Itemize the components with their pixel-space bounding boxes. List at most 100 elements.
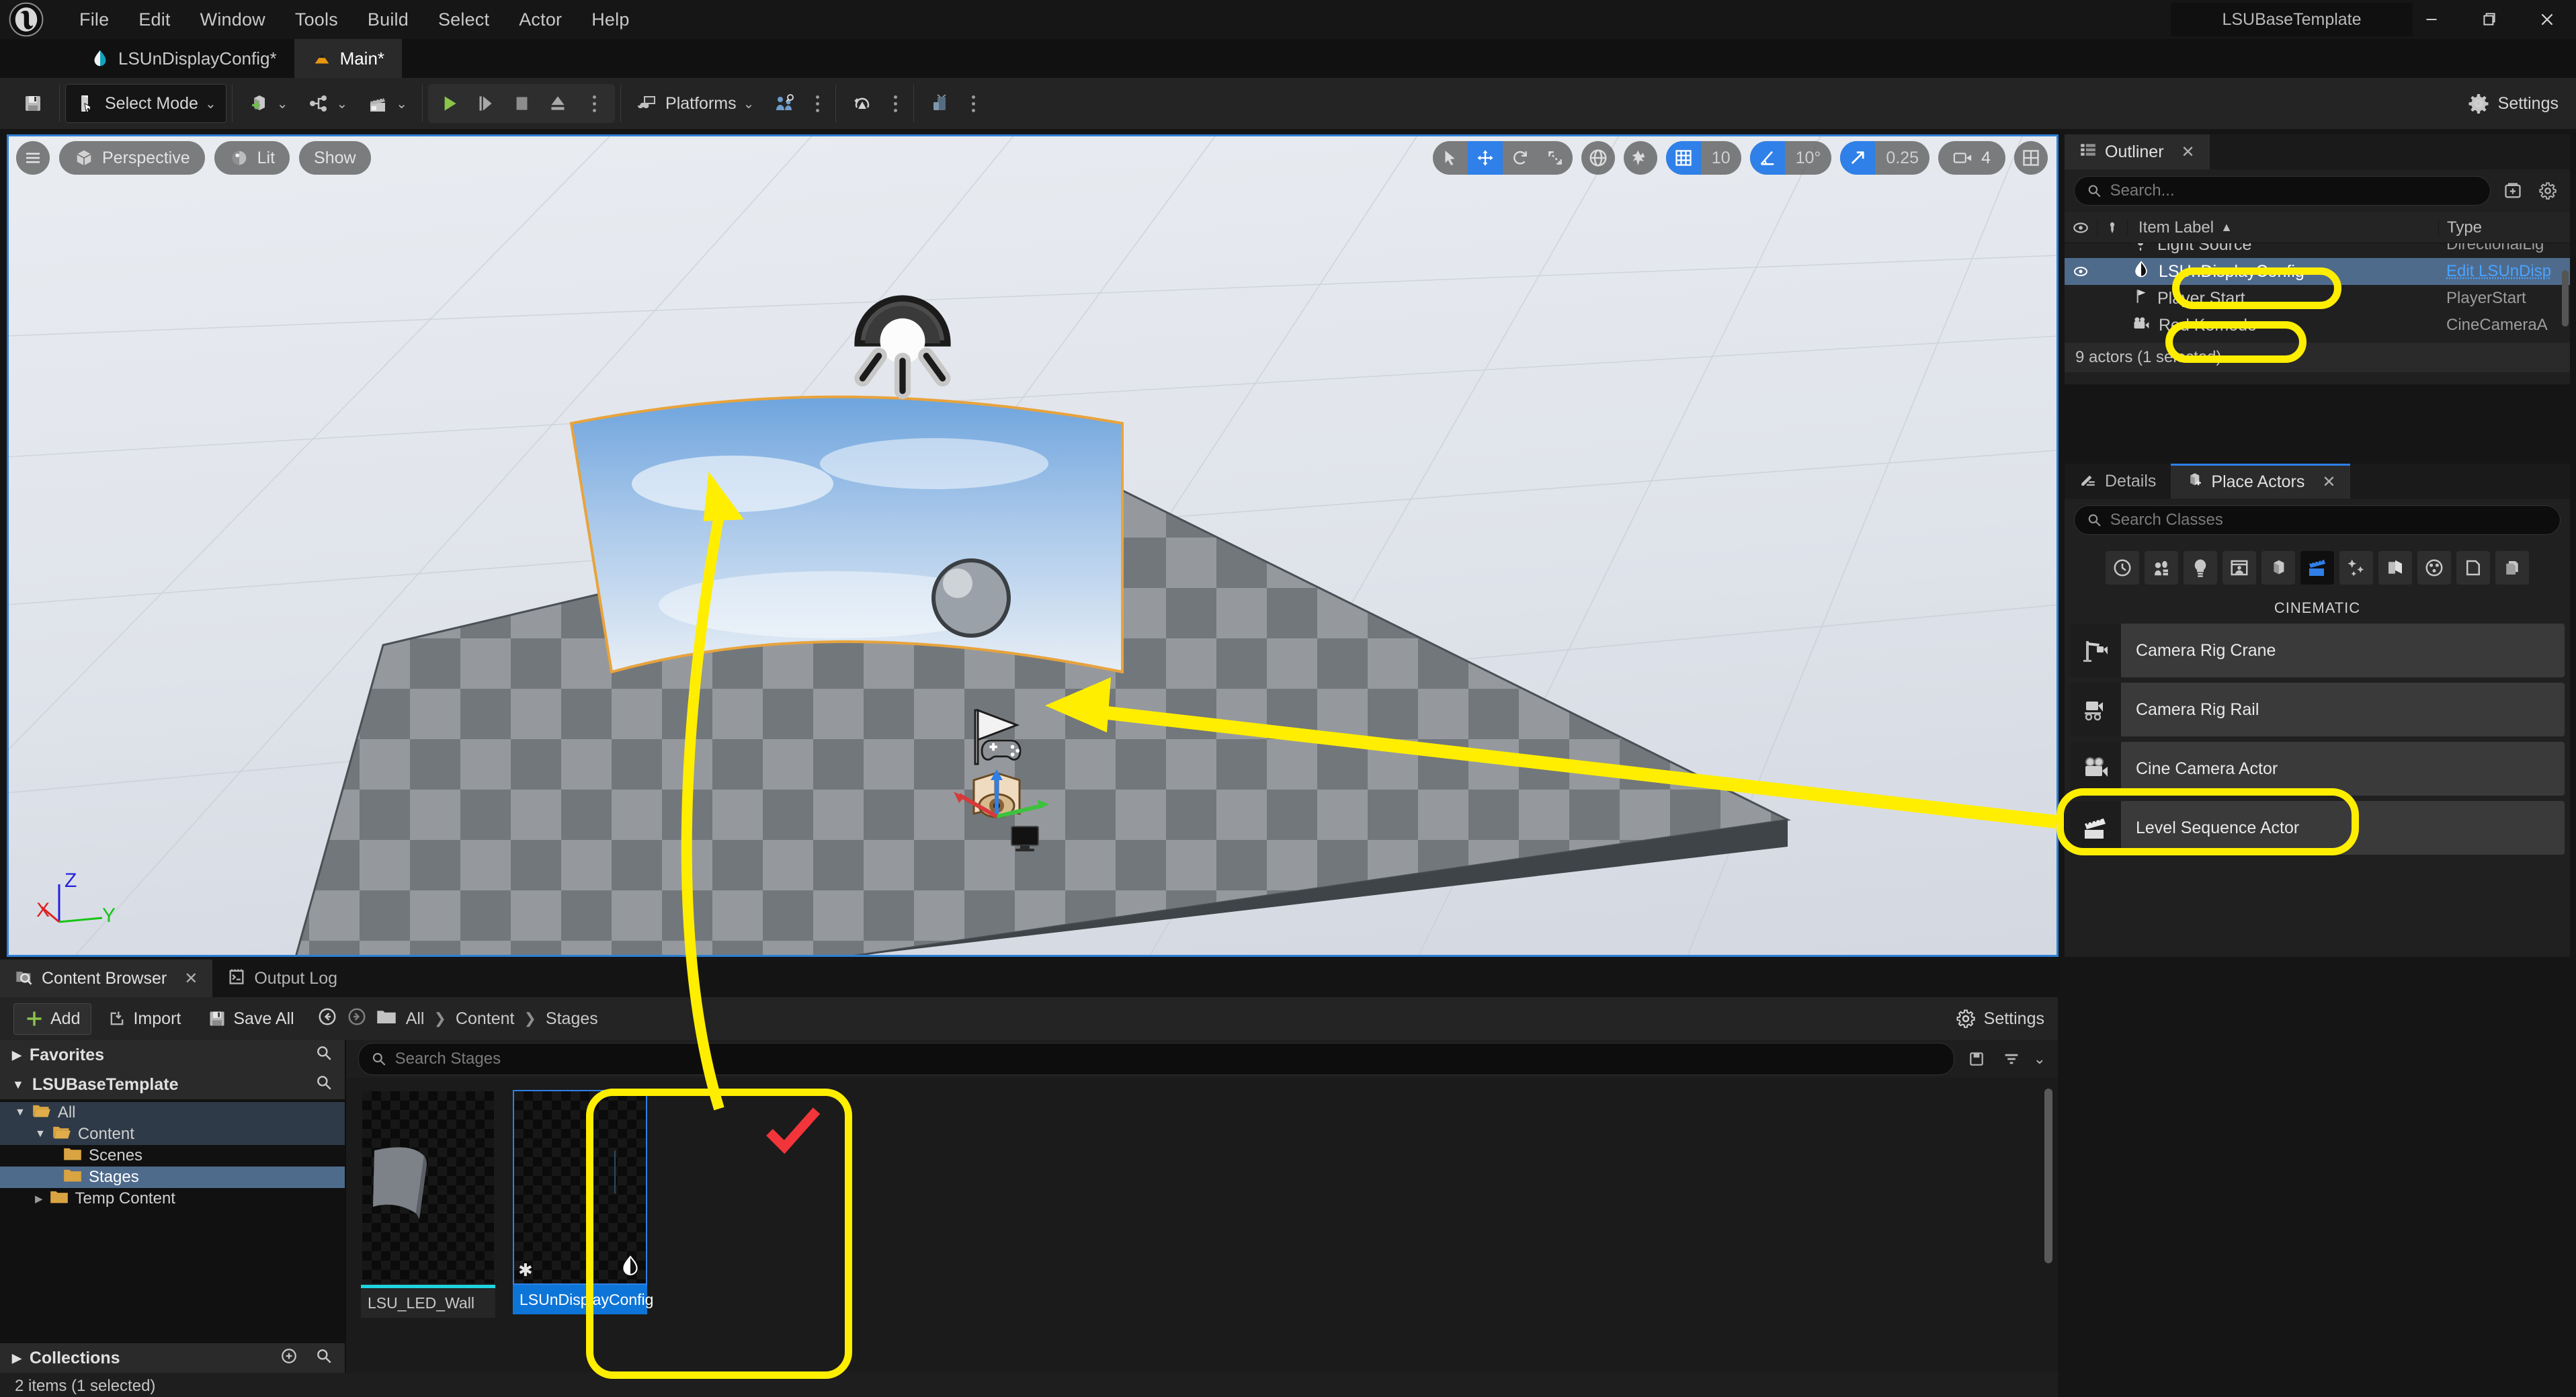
multiuser-options-icon[interactable]: [816, 95, 820, 112]
vp-options-icon[interactable]: [894, 95, 898, 112]
volumes-icon[interactable]: [2417, 551, 2451, 585]
chevron-down-icon[interactable]: ▼: [35, 1128, 46, 1140]
arrow-back-icon[interactable]: [317, 1007, 337, 1031]
import-button[interactable]: Import: [97, 1004, 192, 1034]
search-classes-input[interactable]: [2110, 511, 2548, 530]
outliner-scrollbar[interactable]: [2562, 270, 2569, 327]
save-button[interactable]: [12, 84, 54, 123]
close-icon[interactable]: ✕: [184, 969, 198, 988]
outliner-row-red-komodo[interactable]: Red Komodo CineCameraA: [2065, 312, 2570, 339]
tree-node-scenes[interactable]: Scenes: [0, 1145, 345, 1167]
menu-edit[interactable]: Edit: [124, 4, 185, 36]
search-icon[interactable]: [315, 1044, 333, 1066]
scale-icon[interactable]: [1538, 141, 1573, 175]
play-button[interactable]: [431, 85, 467, 122]
eye-icon[interactable]: [2065, 263, 2097, 280]
outliner-search-box[interactable]: [2074, 176, 2491, 206]
place-actor-cine-camera-actor[interactable]: Cine Camera Actor: [2070, 742, 2565, 796]
tab-outliner[interactable]: Outliner ✕: [2065, 134, 2210, 169]
editor-settings-button[interactable]: Settings: [2467, 78, 2559, 129]
chevron-down-icon[interactable]: ⌄: [2034, 1050, 2046, 1068]
move-icon[interactable]: [1467, 141, 1503, 175]
eject-button[interactable]: [540, 85, 576, 122]
shapes-icon[interactable]: [2222, 551, 2256, 585]
viewport-viewmode-button[interactable]: Lit: [214, 141, 290, 175]
add-button[interactable]: Add: [13, 1003, 92, 1035]
place-actor-camera-rig-rail[interactable]: Camera Rig Rail: [2070, 683, 2565, 736]
grid-snap-value[interactable]: 10: [1701, 141, 1741, 175]
search-icon[interactable]: [315, 1074, 333, 1096]
favorites-section-header[interactable]: ▶ Favorites: [0, 1040, 345, 1070]
angle-snap-icon[interactable]: [1749, 141, 1785, 175]
angle-snap-value[interactable]: 10°: [1785, 141, 1832, 175]
asset-lsu-led-wall[interactable]: LSU_LED_Wall: [361, 1090, 495, 1361]
row-type-link[interactable]: Edit LSUnDisp: [2438, 262, 2570, 281]
pin-icon[interactable]: [2097, 220, 2128, 235]
select-icon[interactable]: [1433, 141, 1468, 175]
lights-icon[interactable]: [2184, 551, 2217, 585]
chevron-right-icon[interactable]: ▶: [35, 1193, 43, 1205]
asset-thumbnail[interactable]: ✱: [513, 1090, 647, 1285]
table-row[interactable]: Player Start PlayerStart: [2065, 285, 2570, 312]
play-options-icon[interactable]: [576, 85, 612, 122]
scale-snap-value[interactable]: 0.25: [1875, 141, 1929, 175]
table-row[interactable]: Light Source DirectionalLig: [2065, 243, 2570, 258]
surface-snap-icon[interactable]: [1623, 141, 1657, 175]
asset-lsundisplayconfig[interactable]: ✱ LSUnDisplayConfig: [513, 1090, 653, 1361]
select-mode-button[interactable]: Select Mode ⌄: [65, 84, 226, 123]
skylight-actor-icon[interactable]: [840, 281, 965, 406]
geometry-icon[interactable]: [2378, 551, 2412, 585]
menu-file[interactable]: File: [65, 4, 124, 36]
recently-placed-icon[interactable]: [2106, 551, 2139, 585]
scene-actor-cluster[interactable]: [944, 695, 1132, 870]
tab-output-log[interactable]: Output Log: [212, 960, 352, 997]
search-classes-box[interactable]: [2074, 505, 2561, 535]
breadcrumb-content[interactable]: Content: [456, 1009, 515, 1029]
menu-actor[interactable]: Actor: [504, 4, 577, 36]
tree-node-temp-content[interactable]: ▶ Temp Content: [0, 1188, 345, 1210]
table-row[interactable]: Sky Sphere Edit BP_Sky_S: [2065, 339, 2570, 343]
search-icon[interactable]: [315, 1347, 333, 1369]
viewport-layout-icon[interactable]: [2014, 141, 2048, 175]
multiuser-button[interactable]: [763, 84, 805, 123]
asset-search-input[interactable]: [394, 1050, 1942, 1068]
filter-icon[interactable]: [1999, 1046, 2024, 1072]
skip-button[interactable]: [467, 85, 503, 122]
more-icon[interactable]: [2495, 551, 2529, 585]
menu-help[interactable]: Help: [577, 4, 644, 36]
viewport-menu-icon[interactable]: [16, 141, 50, 175]
close-icon[interactable]: ✕: [2182, 142, 2195, 162]
tree-node-stages[interactable]: Stages: [0, 1167, 345, 1188]
column-item-label[interactable]: Item Label ▲: [2128, 218, 2438, 237]
all-classes-icon[interactable]: [2456, 551, 2490, 585]
chevron-down-icon[interactable]: ▼: [15, 1107, 26, 1119]
level-viewport[interactable]: Z Y X Perspective Lit Show 10 10° 0.25 4: [7, 134, 2059, 957]
cinematic-icon[interactable]: [2300, 551, 2334, 585]
rotate-icon[interactable]: [1503, 141, 1538, 175]
render-options-icon[interactable]: [972, 95, 976, 112]
content-browser-settings-button[interactable]: Settings: [1956, 1009, 2044, 1029]
tab-main[interactable]: Main*: [294, 39, 403, 78]
breadcrumb-stages[interactable]: Stages: [546, 1009, 598, 1029]
close-icon[interactable]: ✕: [2322, 472, 2335, 492]
close-icon[interactable]: [2518, 0, 2576, 39]
tab-lsundisplayconfig[interactable]: LSUnDisplayConfig*: [73, 39, 294, 78]
breadcrumb-all[interactable]: All: [406, 1009, 425, 1029]
cinematics-button[interactable]: ⌄: [357, 84, 417, 123]
asset-thumbnail[interactable]: [361, 1090, 495, 1285]
save-search-icon[interactable]: [1964, 1046, 1989, 1072]
place-actor-camera-rig-crane[interactable]: Camera Rig Crane: [2070, 624, 2565, 677]
outliner-row-lsundisplayconfig[interactable]: LSUnDisplayConfig Edit LSUnDisp: [2065, 258, 2570, 285]
project-section-header[interactable]: ▼ LSUBaseTemplate: [0, 1070, 345, 1099]
outliner-search-input[interactable]: [2110, 181, 2478, 200]
camera-speed-button[interactable]: 4: [1938, 141, 2005, 175]
tree-node-all[interactable]: ▼ All: [0, 1102, 345, 1124]
render-button[interactable]: [919, 84, 961, 123]
new-folder-icon[interactable]: [2500, 178, 2526, 204]
collections-section-header[interactable]: ▶ Collections: [0, 1343, 345, 1373]
arrow-forward-icon[interactable]: [347, 1007, 367, 1031]
add-collection-icon[interactable]: [280, 1347, 298, 1369]
place-actor-level-sequence-actor[interactable]: Level Sequence Actor: [2070, 801, 2565, 855]
quick-add-button[interactable]: ⌄: [238, 84, 298, 123]
minimize-icon[interactable]: [2403, 0, 2460, 39]
